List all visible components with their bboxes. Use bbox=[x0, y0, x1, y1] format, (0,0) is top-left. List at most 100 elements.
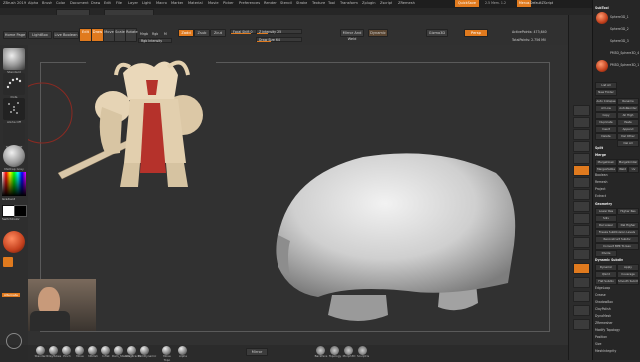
menu-zscript[interactable]: Zscript bbox=[380, 1, 392, 5]
menu-alpha[interactable]: Alpha bbox=[28, 1, 38, 5]
alpha-off-icon[interactable]: Alpha Off bbox=[3, 98, 25, 124]
subtool-item-2[interactable]: Sphere3D_2 bbox=[610, 27, 639, 31]
quicksave-button[interactable]: QuickSave bbox=[455, 0, 479, 7]
menu-file[interactable]: File bbox=[116, 1, 122, 5]
higher-res-button[interactable]: Higher Res bbox=[617, 208, 639, 215]
boolean-header[interactable]: Boolean bbox=[595, 173, 639, 177]
material-sphere[interactable] bbox=[3, 231, 25, 253]
smooth-subdiv-slider[interactable]: Smooth Subdiv bbox=[617, 278, 639, 285]
convert-bpr-button[interactable]: Convert BPR To Geo bbox=[595, 243, 639, 250]
menu-color[interactable]: Color bbox=[56, 1, 65, 5]
claypolish-header[interactable]: ClayPolish bbox=[595, 307, 639, 311]
zadd-button[interactable]: Zadd bbox=[178, 29, 194, 37]
freeze-subdiv-button[interactable]: Freeze SubDivision Levels bbox=[595, 229, 639, 236]
dynamic-toggle[interactable]: Dynamic bbox=[595, 264, 617, 271]
live-boolean-button[interactable]: Live Boolean bbox=[53, 31, 79, 39]
subtool-item-3[interactable]: Sphere3D_3 bbox=[610, 39, 639, 43]
lightbox-button[interactable]: LightBox bbox=[28, 31, 52, 39]
uv-toggle[interactable]: Uv bbox=[628, 166, 639, 173]
viewport-canvas[interactable] bbox=[6, 45, 568, 349]
project-header[interactable]: Project bbox=[595, 187, 639, 191]
rename-button[interactable]: Rename bbox=[617, 98, 639, 105]
reconstruct-subdiv-button[interactable]: Reconstruct Subdiv bbox=[595, 236, 639, 243]
menu-render[interactable]: Render bbox=[264, 1, 277, 5]
dots-stroke-icon[interactable]: Dots bbox=[3, 73, 25, 99]
solo-button[interactable] bbox=[573, 305, 590, 316]
dynamic-subdiv-header[interactable]: Dynamic Subdiv bbox=[595, 258, 639, 262]
geometry-header[interactable]: Geometry bbox=[595, 202, 639, 206]
menu-light[interactable]: Light bbox=[142, 1, 151, 5]
bpr-button[interactable] bbox=[573, 105, 590, 116]
xyz-button[interactable] bbox=[573, 201, 590, 212]
insert-button[interactable]: Insert bbox=[595, 126, 617, 133]
zoom3d-button[interactable] bbox=[573, 237, 590, 248]
dynamic-button[interactable]: Dynamic bbox=[368, 29, 388, 37]
append-button[interactable]: Append bbox=[617, 126, 639, 133]
size-header[interactable]: Size bbox=[595, 342, 639, 346]
transp-button[interactable] bbox=[573, 277, 590, 288]
mergesimilar-button[interactable]: MergeSimilar bbox=[617, 159, 639, 166]
scroll-button[interactable] bbox=[573, 129, 590, 140]
menu-picker[interactable]: Picker bbox=[223, 1, 234, 5]
z-intensity-slider[interactable]: Z Intensity 25 bbox=[256, 29, 302, 34]
rgb-toggle[interactable]: Rgb bbox=[152, 32, 158, 36]
split-header[interactable]: Split bbox=[595, 146, 639, 150]
menu-transform[interactable]: Transform bbox=[340, 1, 358, 5]
texture-off-icon[interactable]: Texture Off bbox=[3, 123, 25, 149]
zcut-button[interactable]: Zcut bbox=[210, 29, 226, 37]
color-picker[interactable] bbox=[2, 172, 26, 196]
position-header[interactable]: Position bbox=[595, 335, 639, 339]
divide-button[interactable]: Divide bbox=[595, 250, 617, 257]
autoreorder-button[interactable]: AutoReorder bbox=[617, 105, 639, 112]
all-low-button[interactable]: All Low bbox=[595, 105, 617, 112]
coverage-slider[interactable]: Coverage bbox=[617, 271, 639, 278]
del-lower-button[interactable]: Del Lower bbox=[595, 222, 617, 229]
auto-collapse-button[interactable]: Auto Collapse bbox=[595, 98, 617, 105]
default-zscript[interactable]: DefaultZScript bbox=[530, 1, 553, 5]
m-toggle[interactable]: M bbox=[164, 32, 167, 36]
standard-brush-icon[interactable]: Standard bbox=[3, 48, 25, 74]
ghost-button[interactable] bbox=[573, 291, 590, 302]
modify-topology-header[interactable]: Modify Topology bbox=[595, 328, 639, 332]
paste-button[interactable]: Paste bbox=[617, 119, 639, 126]
lower-res-button[interactable]: Lower Res bbox=[595, 208, 617, 215]
draw-size-slider[interactable]: Draw Size 64 bbox=[256, 37, 302, 42]
delete-button[interactable]: Delete bbox=[595, 133, 617, 140]
menu-draw[interactable]: Draw bbox=[91, 1, 100, 5]
menu-marker[interactable]: Marker bbox=[171, 1, 183, 5]
weld-toggle[interactable]: Weld bbox=[617, 166, 628, 173]
all-high-button[interactable]: All High bbox=[617, 112, 639, 119]
menu-macro[interactable]: Macro bbox=[156, 1, 167, 5]
local-button[interactable] bbox=[573, 189, 590, 200]
edgeloop-header[interactable]: EdgeLoop bbox=[595, 286, 639, 290]
del-other-button[interactable]: Del Other bbox=[617, 133, 639, 140]
merge-header[interactable]: Merge bbox=[595, 153, 639, 157]
mergevisible-button[interactable]: MergeVisible bbox=[595, 166, 617, 173]
gizmo-button[interactable]: Gizmo3D bbox=[426, 29, 448, 37]
crease-header[interactable]: Crease bbox=[595, 293, 639, 297]
menu-zremesh[interactable]: ZRemesh bbox=[398, 1, 415, 5]
apply-button[interactable]: Apply bbox=[617, 264, 639, 271]
mirror-weld-button[interactable]: Mirror And Weld bbox=[340, 29, 364, 41]
frame-button[interactable] bbox=[573, 213, 590, 224]
floor-button[interactable] bbox=[573, 177, 590, 188]
menu-stencil[interactable]: Stencil bbox=[280, 1, 292, 5]
zoom-button[interactable] bbox=[573, 141, 590, 152]
menu-brush[interactable]: Brush bbox=[42, 1, 52, 5]
menu-movie[interactable]: Movie bbox=[208, 1, 219, 5]
duplicate-button[interactable]: Duplicate bbox=[595, 119, 617, 126]
menu-material[interactable]: Material bbox=[188, 1, 203, 5]
flat-subdiv-slider[interactable]: Flat Subdiv bbox=[595, 278, 617, 285]
alternate-button[interactable]: Alternate bbox=[2, 293, 20, 297]
polyf-button[interactable] bbox=[573, 263, 590, 274]
rotate-view-button[interactable] bbox=[573, 249, 590, 260]
dynamesh-header[interactable]: DynaMesh bbox=[595, 314, 639, 318]
matcap-gray-icon[interactable]: MatCap Gray bbox=[3, 145, 25, 171]
subtool-item-5[interactable]: PM3D_Sphere3D_1 bbox=[610, 63, 639, 67]
del-higher-button[interactable]: Del Higher bbox=[617, 222, 639, 229]
spix-button[interactable] bbox=[573, 117, 590, 128]
mirror-button[interactable]: Mirror bbox=[246, 348, 268, 356]
menu-preferences[interactable]: Preferences bbox=[239, 1, 260, 5]
subtool-header[interactable]: SubTool bbox=[595, 6, 639, 10]
actual-button[interactable] bbox=[573, 153, 590, 164]
